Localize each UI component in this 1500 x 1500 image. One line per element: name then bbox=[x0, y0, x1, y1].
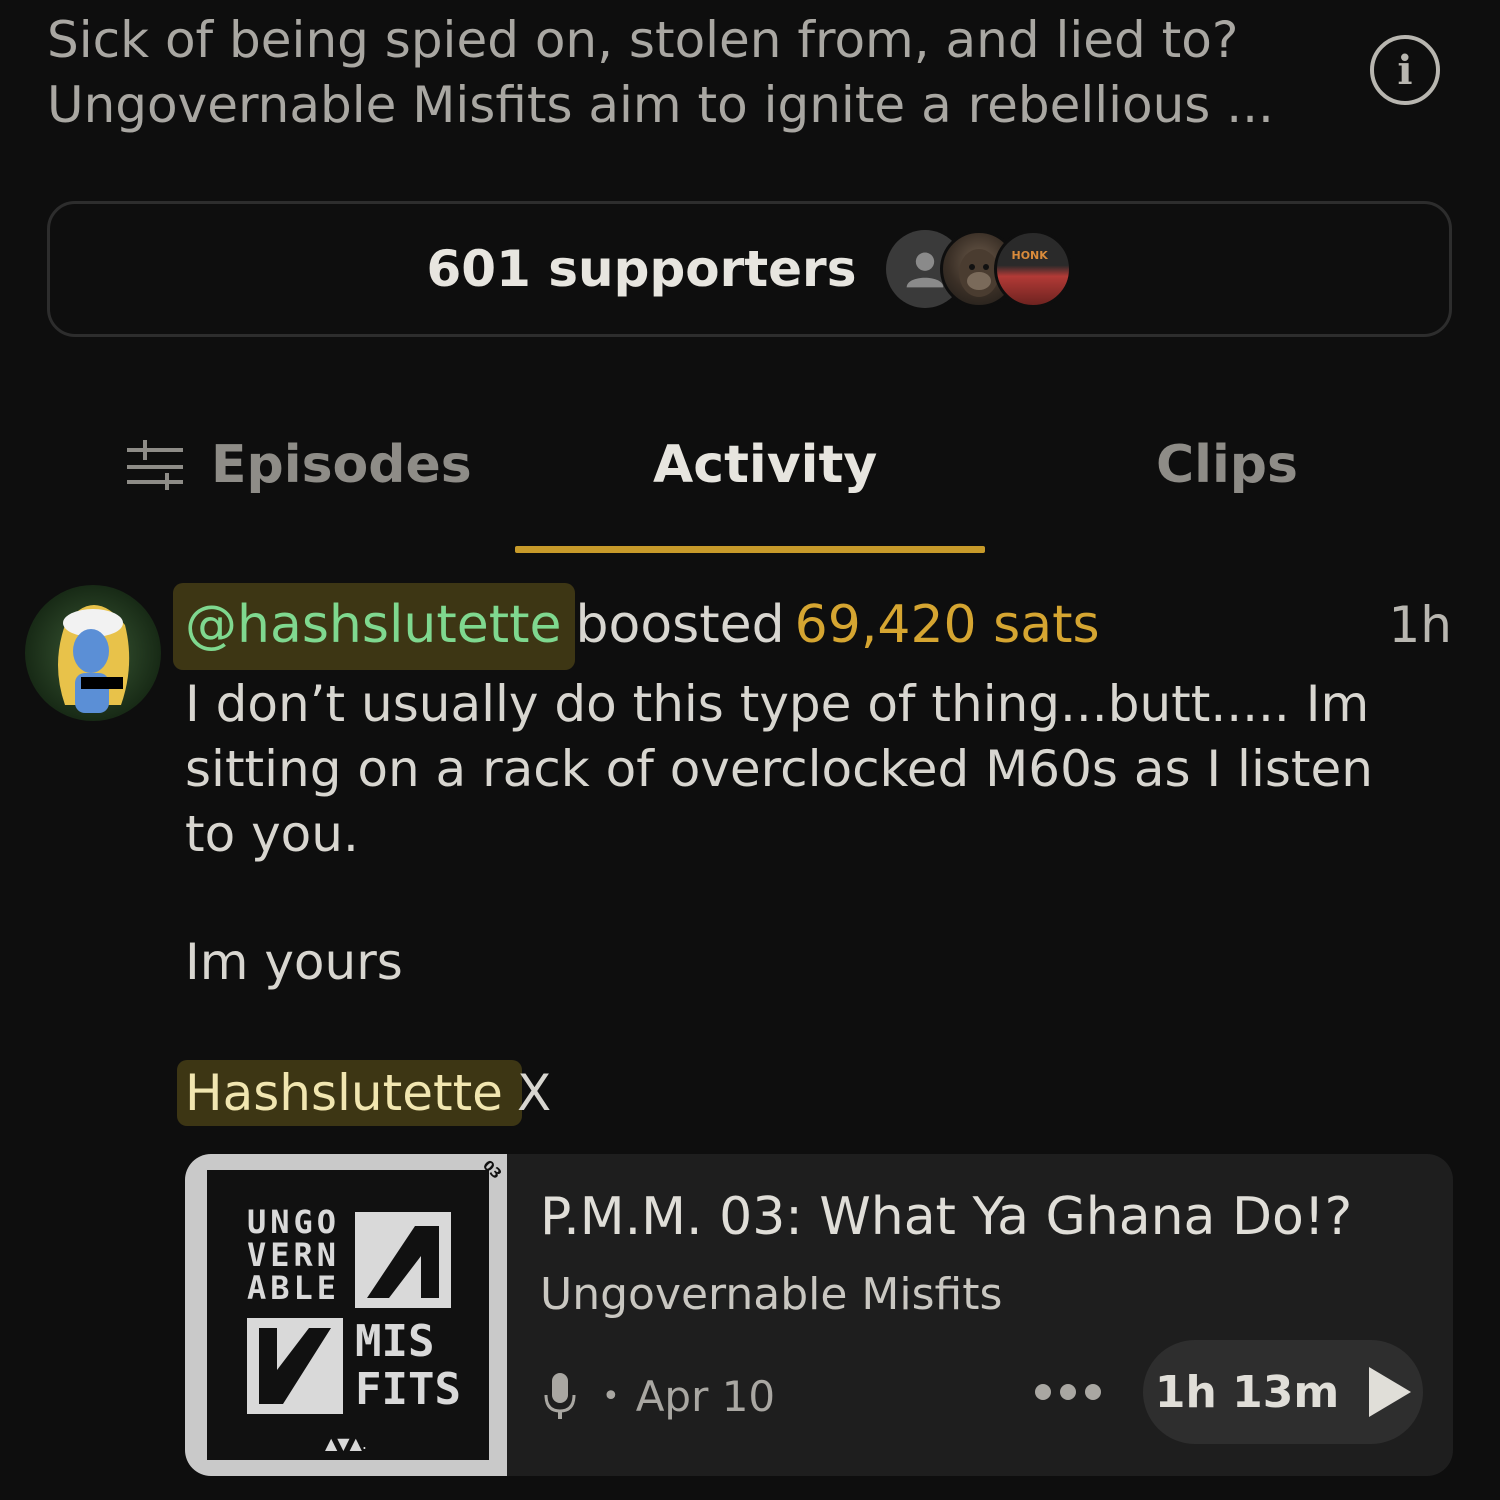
cover-line-3: ABLE bbox=[247, 1269, 341, 1307]
episode-date: Apr 10 bbox=[635, 1371, 776, 1421]
tab-bar: Episodes Activity Clips bbox=[0, 420, 1500, 510]
play-icon bbox=[1369, 1367, 1412, 1417]
tab-activity-label: Activity bbox=[653, 435, 878, 495]
cover-line-4: MIS bbox=[355, 1316, 435, 1367]
podcast-description: Sick of being spied on, stolen from, and… bbox=[47, 8, 1337, 138]
episode-duration: 1h 13m bbox=[1154, 1366, 1340, 1418]
filter-sliders-icon[interactable] bbox=[125, 440, 185, 490]
tab-clips[interactable]: Clips bbox=[1156, 420, 1298, 510]
boost-amount: 69,420 sats bbox=[794, 595, 1100, 655]
tab-clips-label: Clips bbox=[1156, 435, 1298, 495]
message-signature: Hashslutette X bbox=[185, 1060, 551, 1126]
honk-text: HONK bbox=[1011, 249, 1048, 262]
user-handle-link[interactable]: @hashslutette bbox=[185, 595, 562, 655]
cover-text-top: UNGO VERN ABLE bbox=[247, 1206, 340, 1305]
cover-line-2: VERN bbox=[247, 1236, 341, 1274]
signature-suffix: X bbox=[516, 1064, 552, 1122]
activity-header: @hashslutette boosted 69,420 sats bbox=[185, 585, 1100, 665]
message-line-1: I don’t usually do this type of thing...… bbox=[185, 675, 1373, 863]
microphone-icon bbox=[544, 1373, 576, 1419]
meta-separator: • bbox=[602, 1378, 620, 1414]
cover-footer-mark: ▲▼▲. bbox=[325, 1434, 367, 1453]
signature-name: Hashslutette bbox=[185, 1064, 503, 1122]
activity-time: 1h bbox=[1388, 596, 1452, 654]
cover-line-1: UNGO bbox=[247, 1203, 341, 1241]
cover-inner: UNGO VERN ABLE MIS FITS ▲▼▲. bbox=[207, 1170, 489, 1460]
boost-message: I don’t usually do this type of thing...… bbox=[185, 672, 1425, 867]
description-line-2: Ungovernable Misfits aim to ignite a reb… bbox=[47, 76, 1274, 134]
episode-cover-art: UNGO VERN ABLE MIS FITS ▲▼▲. 03 bbox=[185, 1154, 507, 1476]
episode-title: P.M.M. 03: What Ya Ghana Do!? bbox=[540, 1187, 1353, 1247]
action-text: boosted bbox=[575, 595, 785, 655]
message-line-2: Im yours bbox=[185, 933, 403, 991]
supporters-count: 601 supporters bbox=[426, 240, 857, 298]
tab-activity[interactable]: Activity bbox=[653, 420, 877, 510]
more-options-icon[interactable] bbox=[1035, 1372, 1101, 1412]
tab-episodes-label: Episodes bbox=[211, 435, 472, 495]
honk-cap-avatar: HONK bbox=[994, 230, 1073, 308]
supporter-avatars: HONK bbox=[886, 230, 1073, 308]
user-avatar[interactable] bbox=[25, 585, 161, 721]
cover-line-5: FITS bbox=[355, 1364, 461, 1415]
episode-meta: • Apr 10 bbox=[540, 1366, 775, 1426]
cover-text-bottom: MIS FITS bbox=[355, 1318, 461, 1414]
tab-episodes[interactable]: Episodes bbox=[125, 420, 472, 510]
supporters-button[interactable]: 601 supporters HONK bbox=[47, 201, 1452, 337]
play-episode-button[interactable]: 1h 13m bbox=[1143, 1340, 1423, 1444]
cover-logo-lower bbox=[247, 1318, 343, 1414]
info-icon[interactable]: i bbox=[1370, 35, 1440, 105]
description-line-1: Sick of being spied on, stolen from, and… bbox=[47, 11, 1239, 69]
episode-show-name: Ungovernable Misfits bbox=[540, 1269, 1003, 1320]
cover-logo-upper bbox=[355, 1212, 451, 1308]
episode-card[interactable]: UNGO VERN ABLE MIS FITS ▲▼▲. 03 P.M.M. 0… bbox=[185, 1154, 1453, 1476]
active-tab-indicator bbox=[515, 546, 985, 553]
